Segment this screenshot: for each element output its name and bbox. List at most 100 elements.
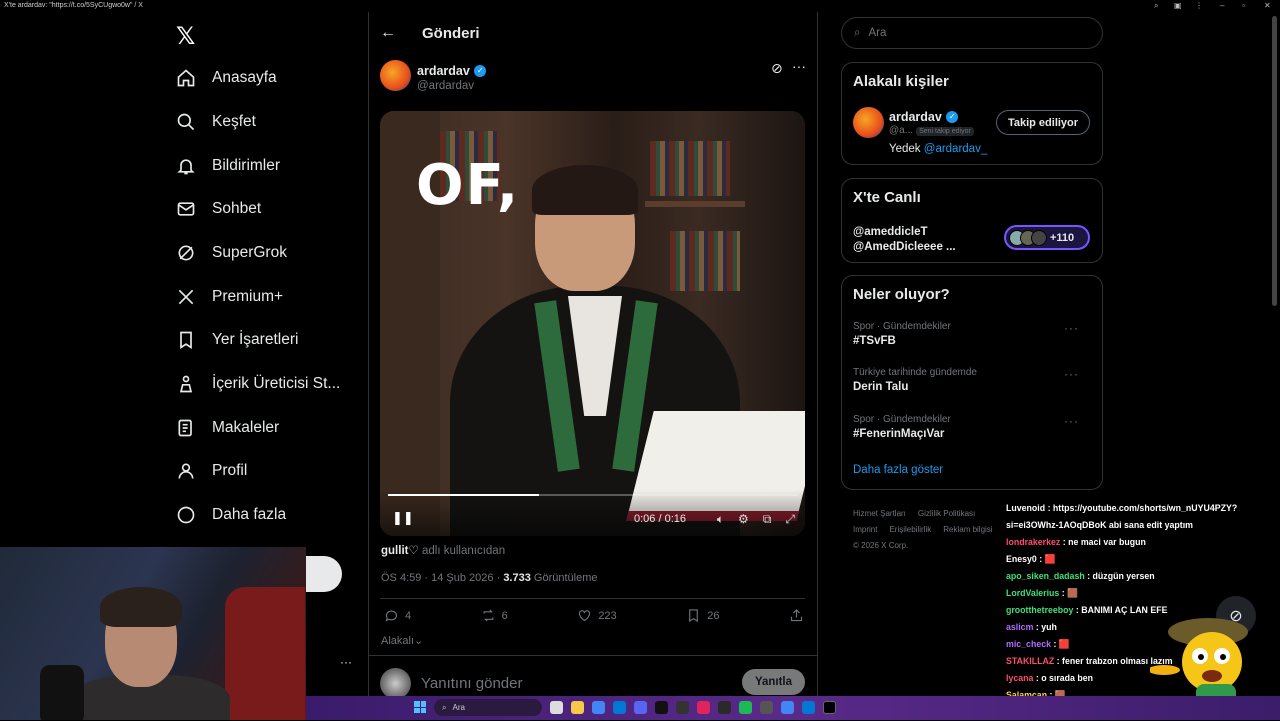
trend-more-icon[interactable]: ··· (1064, 367, 1079, 381)
reply-submit-button[interactable]: Yanıtla (742, 669, 805, 695)
share-button[interactable] (789, 608, 804, 623)
related-user[interactable]: ardardav ✓ (889, 108, 959, 126)
related-avatar[interactable] (853, 107, 884, 138)
task-view-icon[interactable] (550, 701, 563, 714)
nav-item-1[interactable]: Keşfet (174, 105, 256, 139)
chat-username[interactable]: mic_check (1006, 639, 1051, 649)
nav-item-2[interactable]: Bildirimler (174, 149, 280, 183)
search-input[interactable]: ⌕ Ara (841, 17, 1103, 49)
post-timestamp[interactable]: ÖS 4:59 · 14 Şub 2026 · (381, 572, 500, 584)
trend-more-icon[interactable]: ··· (1064, 321, 1079, 335)
x-logo-icon[interactable]: 𝕏 (176, 22, 195, 51)
app-icon[interactable] (760, 701, 773, 714)
post-more-icon[interactable]: ··· (792, 58, 806, 74)
menu-icon[interactable]: ⋮ (1195, 1, 1203, 10)
nav-item-6[interactable]: Yer İşaretleri (174, 323, 298, 357)
nav-item-9[interactable]: Profil (174, 454, 247, 488)
spotify-icon[interactable] (739, 701, 752, 714)
nav-item-4[interactable]: SuperGrok (174, 236, 287, 270)
trend-item[interactable]: Spor · Gündemdekiler #TSvFB ··· (853, 321, 1093, 347)
zoom-icon[interactable]: ⌕ (1154, 1, 1158, 11)
trend-item[interactable]: Türkiye tarihinde gündemde Derin Talu ··· (853, 367, 1093, 393)
discord-icon[interactable] (634, 701, 647, 714)
chat-username[interactable]: STAKILLAZ (1006, 656, 1054, 666)
trend-item[interactable]: Spor · Gündemdekiler #FenerinMaçıVar ··· (853, 414, 1093, 440)
show-more-link[interactable]: Daha fazla göster (853, 464, 943, 476)
chat-username[interactable]: apo_siken_dadash (1006, 571, 1085, 581)
grok-icon[interactable]: ⊘ (771, 60, 783, 77)
search-icon: ⌕ (442, 702, 447, 712)
chat-message: Luvenoid : https://youtube.com/shorts/wn… (1006, 500, 1276, 517)
repost-icon (483, 609, 494, 622)
chrome-icon[interactable] (781, 701, 794, 714)
extensions-icon[interactable]: ▣ (1174, 1, 1182, 10)
post-button[interactable] (306, 556, 342, 592)
live-space[interactable]: @ameddicleT @AmedDicleeee ... (853, 225, 956, 255)
card-title: Neler oluyor? (853, 286, 950, 303)
edge-icon[interactable] (613, 701, 626, 714)
volume-icon[interactable]: 🔈︎ (717, 512, 724, 527)
following-button[interactable]: Takip ediliyor (996, 110, 1090, 135)
obs-icon[interactable] (718, 701, 731, 714)
chat-username[interactable]: grootthetreeboy (1006, 605, 1073, 615)
bio-link[interactable]: @ardardav_ (924, 143, 987, 155)
video-progress[interactable] (388, 494, 797, 496)
file-explorer-icon[interactable] (571, 701, 584, 714)
person-icon (174, 459, 198, 483)
chat-username[interactable]: LordValerius (1006, 588, 1059, 598)
author-avatar[interactable] (380, 60, 411, 91)
author-name[interactable]: ardardav (417, 64, 470, 78)
chat-username[interactable]: Enesy0 (1006, 554, 1037, 564)
author-block: ardardav ✓ @ardardav (417, 62, 487, 92)
trend-category: Türkiye tarihinde gündemde (853, 367, 977, 378)
account-more-icon[interactable]: ··· (340, 655, 352, 669)
pip-icon[interactable]: ⧉ (763, 512, 772, 527)
back-arrow-icon[interactable]: ← (380, 24, 396, 42)
terms-link[interactable]: Hizmet Şartları (853, 509, 906, 518)
trend-more-icon[interactable]: ··· (1064, 414, 1079, 428)
nav-item-10[interactable]: Daha fazla (174, 498, 286, 532)
reply-button[interactable]: 4 (384, 608, 411, 623)
windows-start-icon[interactable] (414, 701, 426, 713)
author-handle[interactable]: @ardardav (417, 80, 486, 92)
chat-username[interactable]: lycana (1006, 673, 1033, 683)
reply-input[interactable]: Yanıtını gönder (421, 675, 522, 692)
nav-item-5[interactable]: Premium+ (174, 280, 283, 314)
app-icon[interactable] (676, 701, 689, 714)
imprint-link[interactable]: Imprint (853, 525, 877, 534)
live-listeners[interactable]: +110 (1004, 225, 1090, 250)
maximize-button[interactable]: ▫ (1242, 1, 1245, 10)
post-video[interactable]: OF, ❚❚ 0:06 / 0:16 🔈︎ ⚙︎ ⧉ ⤢ (380, 111, 805, 536)
fullscreen-icon[interactable]: ⤢ (785, 512, 795, 527)
chat-username[interactable]: aslicm (1006, 622, 1033, 632)
nav-item-7[interactable]: İçerik Üreticisi St... (174, 367, 340, 401)
nav-item-3[interactable]: Sohbet (174, 192, 261, 226)
caption-user[interactable]: gullit♡ (381, 545, 419, 557)
nav-item-8[interactable]: Makaleler (174, 411, 279, 445)
heart-icon (579, 610, 591, 622)
minimize-button[interactable]: – (1220, 1, 1224, 10)
chat-text: : düzgün yersen (1087, 571, 1155, 581)
settings-icon[interactable]: ⚙︎ (738, 512, 749, 527)
edge-icon[interactable] (802, 701, 815, 714)
chat-username[interactable]: londrakerkez (1006, 537, 1060, 547)
like-button[interactable]: 223 (577, 608, 617, 623)
chrome-icon[interactable] (592, 701, 605, 714)
sort-replies-dropdown[interactable]: Alakalı⌄ (381, 634, 423, 647)
related-name[interactable]: ardardav (889, 110, 942, 124)
taskbar-search[interactable]: ⌕ Ara (434, 699, 542, 716)
repost-button[interactable]: 6 (481, 608, 508, 623)
app-icon[interactable] (697, 701, 710, 714)
ads-link[interactable]: Reklam bilgisi (943, 525, 992, 534)
pause-icon[interactable]: ❚❚ (392, 510, 414, 526)
chat-username[interactable]: Luvenoid (1006, 503, 1045, 513)
bookmark-button[interactable]: 26 (686, 608, 719, 623)
x-logo-icon (174, 285, 198, 309)
tiktok-icon[interactable] (655, 701, 668, 714)
close-button[interactable]: ✕ (1264, 1, 1271, 10)
scrollbar[interactable] (1272, 16, 1277, 306)
nav-item-0[interactable]: Anasayfa (174, 61, 277, 95)
accessibility-link[interactable]: Erişilebilirlik (889, 525, 931, 534)
x-app-icon[interactable] (823, 701, 836, 714)
privacy-link[interactable]: Gizlilik Politikası (918, 509, 975, 518)
